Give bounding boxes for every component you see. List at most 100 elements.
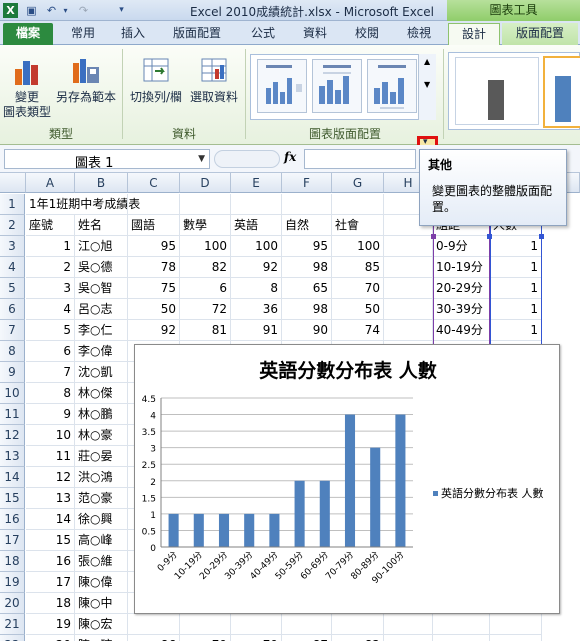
table-cell[interactable]: 陳○中 (75, 593, 128, 614)
table-cell[interactable]: 2 (26, 257, 75, 278)
row-header[interactable]: 1 (0, 194, 25, 215)
tab-formulas[interactable]: 公式 (238, 23, 288, 45)
table-cell[interactable] (75, 194, 128, 215)
table-cell[interactable]: 81 (180, 320, 231, 341)
table-cell[interactable]: 98 (282, 257, 332, 278)
table-cell[interactable]: 莊○晏 (75, 446, 128, 467)
row-header[interactable]: 12 (0, 425, 25, 446)
table-cell[interactable]: 13 (26, 488, 75, 509)
table-cell[interactable] (433, 635, 490, 641)
chart-layout-2-thumbnail[interactable] (312, 59, 362, 113)
tab-review[interactable]: 校閱 (342, 23, 392, 45)
table-cell[interactable]: 50 (128, 299, 180, 320)
table-cell[interactable]: 14 (26, 509, 75, 530)
table-cell[interactable]: 95 (282, 236, 332, 257)
table-cell[interactable]: 陳○偉 (75, 572, 128, 593)
table-cell[interactable]: 75 (128, 278, 180, 299)
table-cell[interactable]: 11 (26, 446, 75, 467)
table-cell[interactable]: 98 (282, 299, 332, 320)
row-header[interactable]: 2 (0, 215, 25, 236)
select-data-button[interactable]: 選取資料 (186, 55, 242, 105)
table-cell[interactable] (332, 614, 384, 635)
table-cell[interactable]: 72 (180, 299, 231, 320)
table-cell[interactable] (384, 299, 433, 320)
table-cell[interactable]: 65 (282, 278, 332, 299)
change-chart-type-button[interactable]: 變更 圖表類型 (2, 55, 52, 120)
table-cell[interactable]: 4 (26, 299, 75, 320)
table-cell[interactable]: 9 (26, 404, 75, 425)
scroll-up-icon[interactable]: ▲ (424, 57, 430, 66)
undo-icon[interactable]: ↶ (44, 3, 59, 18)
row-header[interactable]: 10 (0, 383, 25, 404)
chart-style-2-thumbnail[interactable] (543, 56, 580, 128)
table-cell[interactable]: 1 (26, 236, 75, 257)
table-cell[interactable]: 數學 (180, 215, 231, 236)
formula-bar-resize-handle[interactable] (214, 150, 280, 168)
table-cell[interactable]: 16 (26, 551, 75, 572)
switch-row-column-button[interactable]: 切換列/欄 (126, 55, 186, 105)
table-cell[interactable]: 英語 (231, 215, 282, 236)
row-header[interactable]: 19 (0, 572, 25, 593)
name-box-dropdown-icon[interactable]: ▼ (198, 154, 205, 164)
table-cell[interactable]: 高○峰 (75, 530, 128, 551)
table-cell[interactable] (128, 194, 180, 215)
save-as-template-button[interactable]: 另存為範本 (54, 55, 118, 105)
table-cell[interactable]: 吳○智 (75, 278, 128, 299)
table-cell[interactable]: 陳○宏 (75, 614, 128, 635)
chart-layout-1-thumbnail[interactable] (257, 59, 307, 113)
redo-icon[interactable]: ↷ (76, 3, 91, 18)
row-header[interactable]: 11 (0, 404, 25, 425)
table-cell[interactable]: 100 (180, 236, 231, 257)
table-cell[interactable]: 87 (282, 635, 332, 641)
table-cell[interactable]: 8 (231, 278, 282, 299)
row-header[interactable]: 20 (0, 593, 25, 614)
table-cell[interactable]: 陳○琮 (75, 635, 128, 641)
tab-insert[interactable]: 插入 (110, 23, 156, 45)
table-cell[interactable]: 李○偉 (75, 341, 128, 362)
table-cell[interactable]: 張○維 (75, 551, 128, 572)
range-handle[interactable] (431, 234, 436, 239)
table-cell[interactable]: 92 (231, 257, 282, 278)
table-cell[interactable]: 15 (26, 530, 75, 551)
column-header[interactable]: B (75, 173, 128, 193)
table-cell[interactable] (231, 614, 282, 635)
column-header[interactable]: E (231, 173, 282, 193)
table-cell[interactable]: 79 (180, 635, 231, 641)
row-header[interactable]: 7 (0, 320, 25, 341)
save-icon[interactable]: ▣ (24, 3, 39, 18)
table-cell[interactable]: 社會 (332, 215, 384, 236)
table-cell[interactable]: 90 (282, 320, 332, 341)
row-header[interactable]: 8 (0, 341, 25, 362)
table-cell[interactable]: 林○豪 (75, 425, 128, 446)
tab-file[interactable]: 檔案 (3, 23, 53, 45)
tab-view[interactable]: 檢視 (394, 23, 444, 45)
tab-chart-layout[interactable]: 版面配置 (502, 23, 578, 45)
table-cell[interactable]: 82 (180, 257, 231, 278)
row-header[interactable]: 15 (0, 488, 25, 509)
scroll-down-icon[interactable]: ▼ (424, 80, 430, 89)
table-cell[interactable]: 6 (180, 278, 231, 299)
table-cell[interactable]: 17 (26, 572, 75, 593)
table-cell[interactable] (490, 635, 542, 641)
table-cell[interactable]: 100 (332, 236, 384, 257)
table-cell[interactable] (433, 614, 490, 635)
table-cell[interactable]: 95 (128, 236, 180, 257)
row-header[interactable]: 16 (0, 509, 25, 530)
table-cell[interactable] (384, 320, 433, 341)
chart-style-1-thumbnail[interactable] (455, 57, 539, 125)
table-cell[interactable]: 10 (26, 425, 75, 446)
table-cell[interactable]: 徐○興 (75, 509, 128, 530)
row-header[interactable]: 13 (0, 446, 25, 467)
table-cell[interactable]: 50 (332, 299, 384, 320)
insert-function-icon[interactable]: fx (284, 150, 296, 164)
table-cell[interactable]: 92 (128, 320, 180, 341)
select-all-corner[interactable] (0, 173, 26, 193)
range-handle[interactable] (539, 234, 544, 239)
formula-input[interactable] (304, 149, 416, 169)
table-cell[interactable] (282, 194, 332, 215)
range-handle[interactable] (487, 234, 492, 239)
table-cell[interactable]: 100 (231, 236, 282, 257)
table-cell[interactable]: 82 (332, 635, 384, 641)
table-cell[interactable]: 林○傑 (75, 383, 128, 404)
table-cell[interactable]: 70 (332, 278, 384, 299)
